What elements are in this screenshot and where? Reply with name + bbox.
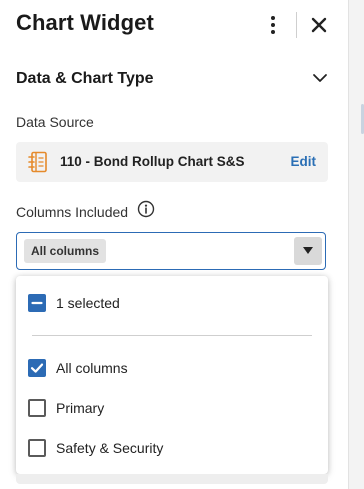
- dropdown-divider: [32, 335, 312, 336]
- selected-count-label: 1 selected: [56, 295, 120, 311]
- option-label: Safety & Security: [56, 440, 164, 456]
- columns-multiselect[interactable]: All columns: [16, 232, 326, 270]
- columns-included-label: Columns Included: [16, 204, 129, 220]
- columns-dropdown-menu: 1 selected All columns Primary Safety & …: [16, 276, 328, 474]
- underlying-content-strip: [16, 474, 328, 484]
- kebab-menu-icon[interactable]: [264, 14, 282, 36]
- edit-data-source-link[interactable]: Edit: [291, 154, 317, 169]
- adjacent-panel-edge: [348, 0, 364, 489]
- option-label: All columns: [56, 360, 128, 376]
- chart-widget-panel: Chart Widget Data & Chart Type Data Sour…: [0, 0, 364, 489]
- panel-title: Chart Widget: [16, 10, 154, 35]
- close-icon[interactable]: [308, 14, 330, 36]
- section-title: Data & Chart Type: [16, 70, 154, 87]
- data-source-card: 110 - Bond Rollup Chart S&S Edit: [16, 142, 328, 182]
- indeterminate-checkbox[interactable]: [28, 294, 46, 312]
- header-divider: [296, 12, 297, 38]
- notebook-icon: [28, 151, 48, 173]
- unchecked-checkbox[interactable]: [28, 399, 46, 417]
- info-icon[interactable]: [137, 200, 155, 218]
- section-data-chart-type[interactable]: Data & Chart Type: [16, 64, 332, 94]
- unchecked-checkbox[interactable]: [28, 439, 46, 457]
- checked-checkbox[interactable]: [28, 359, 46, 377]
- option-label: Primary: [56, 400, 105, 416]
- data-source-label: Data Source: [16, 114, 94, 130]
- selected-column-chip[interactable]: All columns: [24, 239, 107, 263]
- data-source-name: 110 - Bond Rollup Chart S&S: [60, 154, 245, 169]
- chevron-down-icon[interactable]: [312, 70, 328, 86]
- caret-down-icon[interactable]: [294, 237, 322, 265]
